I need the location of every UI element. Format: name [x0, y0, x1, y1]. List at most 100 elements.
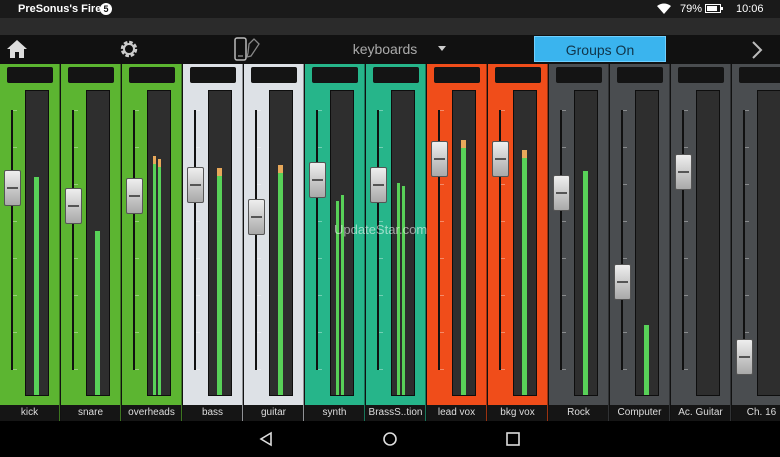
channel-label[interactable]: bass	[183, 405, 242, 421]
peak-indicator	[461, 140, 466, 148]
fader-tick	[745, 110, 749, 111]
channel-label[interactable]: overheads	[122, 405, 181, 421]
fader-handle[interactable]	[248, 199, 265, 235]
channel-label[interactable]: Ch. 16	[732, 405, 780, 421]
channel-strip: lead vox	[427, 64, 487, 421]
channel-label[interactable]: Rock	[549, 405, 608, 421]
status-bar: PreSonus's Fire 5 79% 10:06	[0, 0, 780, 18]
channel-label[interactable]: snare	[61, 405, 120, 421]
home-icon[interactable]	[6, 39, 28, 59]
fader-tick	[135, 295, 139, 296]
status-app-name: PreSonus's Fire	[18, 3, 102, 15]
level-meter	[278, 165, 283, 395]
fader-handle[interactable]	[736, 339, 753, 375]
fader-tick	[196, 221, 200, 222]
fader-slot[interactable]	[560, 110, 562, 370]
fader-slot[interactable]	[11, 110, 13, 370]
channel-label[interactable]: Ac. Guitar	[671, 405, 730, 421]
fader-tick	[623, 184, 627, 185]
channel-label[interactable]: Computer	[610, 405, 669, 421]
clock: 10:06	[736, 3, 764, 15]
fader-handle[interactable]	[370, 167, 387, 203]
fader-tick	[440, 332, 444, 333]
fader-handle[interactable]	[675, 154, 692, 190]
fader-handle[interactable]	[187, 167, 204, 203]
fader-handle[interactable]	[4, 170, 21, 206]
level-meter	[34, 177, 39, 395]
channel-label[interactable]: guitar	[244, 405, 303, 421]
mini-meter	[251, 67, 297, 83]
back-icon[interactable]	[258, 431, 274, 447]
fader-tick	[13, 110, 17, 111]
fader-tick	[196, 258, 200, 259]
fader-tick	[257, 258, 261, 259]
meter-track	[757, 90, 780, 396]
fader-handle[interactable]	[309, 162, 326, 198]
level-meter	[461, 140, 466, 395]
fader-tick	[318, 221, 322, 222]
fader-tick	[379, 258, 383, 259]
groups-on-button[interactable]: Groups On	[534, 36, 666, 62]
fader-tick	[135, 147, 139, 148]
level-meter	[644, 325, 649, 395]
fader-tick	[562, 221, 566, 222]
channel-label[interactable]: synth	[305, 405, 364, 421]
fader-handle[interactable]	[431, 141, 448, 177]
fader-slot[interactable]	[255, 110, 257, 370]
channel-strip: snare	[61, 64, 121, 421]
fader-tick	[501, 221, 505, 222]
phone-sync-icon[interactable]	[232, 36, 262, 63]
fader-tick	[562, 295, 566, 296]
channel-strip: kick	[0, 64, 60, 421]
peak-indicator	[278, 165, 283, 173]
fader-tick	[379, 147, 383, 148]
top-gap	[0, 18, 780, 35]
fader-tick	[257, 295, 261, 296]
mini-meter	[739, 67, 780, 83]
level-meter	[402, 186, 405, 395]
fader-tick	[501, 258, 505, 259]
chevron-right-icon[interactable]	[750, 40, 764, 60]
fader-slot[interactable]	[194, 110, 196, 370]
gear-icon[interactable]	[118, 38, 140, 60]
level-meter	[95, 231, 100, 395]
fader-tick	[74, 369, 78, 370]
fader-tick	[440, 110, 444, 111]
fader-slot[interactable]	[133, 110, 135, 370]
fader-tick	[318, 332, 322, 333]
fader-tick	[13, 295, 17, 296]
fader-tick	[745, 332, 749, 333]
fader-slot[interactable]	[316, 110, 318, 370]
fader-tick	[745, 147, 749, 148]
fader-slot[interactable]	[72, 110, 74, 370]
level-meter	[158, 159, 161, 395]
home-circle-icon[interactable]	[382, 431, 398, 447]
fader-slot[interactable]	[377, 110, 379, 370]
fader-tick	[135, 332, 139, 333]
fader-slot[interactable]	[621, 110, 623, 370]
wifi-icon	[657, 3, 671, 14]
mixer-area: kick snare overheads bass guitar synth BrassS.…	[0, 64, 780, 421]
fader-slot[interactable]	[682, 110, 684, 370]
channel-label[interactable]: lead vox	[427, 405, 486, 421]
fader-tick	[318, 110, 322, 111]
fader-handle[interactable]	[553, 175, 570, 211]
scene-name[interactable]: keyboards	[320, 41, 450, 57]
channel-label[interactable]: BrassS..tion	[366, 405, 425, 421]
channel-label[interactable]: kick	[0, 405, 59, 421]
fader-tick	[440, 258, 444, 259]
fader-handle[interactable]	[614, 264, 631, 300]
fader-tick	[74, 184, 78, 185]
fader-handle[interactable]	[126, 178, 143, 214]
fader-tick	[318, 147, 322, 148]
chevron-down-icon[interactable]	[438, 46, 446, 51]
channel-label[interactable]: bkg vox	[488, 405, 547, 421]
fader-slot[interactable]	[743, 110, 745, 370]
fader-handle[interactable]	[65, 188, 82, 224]
fader-tick	[257, 369, 261, 370]
recents-icon[interactable]	[506, 432, 520, 446]
channel-strip: overheads	[122, 64, 182, 421]
fader-handle[interactable]	[492, 141, 509, 177]
fader-tick	[440, 184, 444, 185]
fader-tick	[196, 369, 200, 370]
